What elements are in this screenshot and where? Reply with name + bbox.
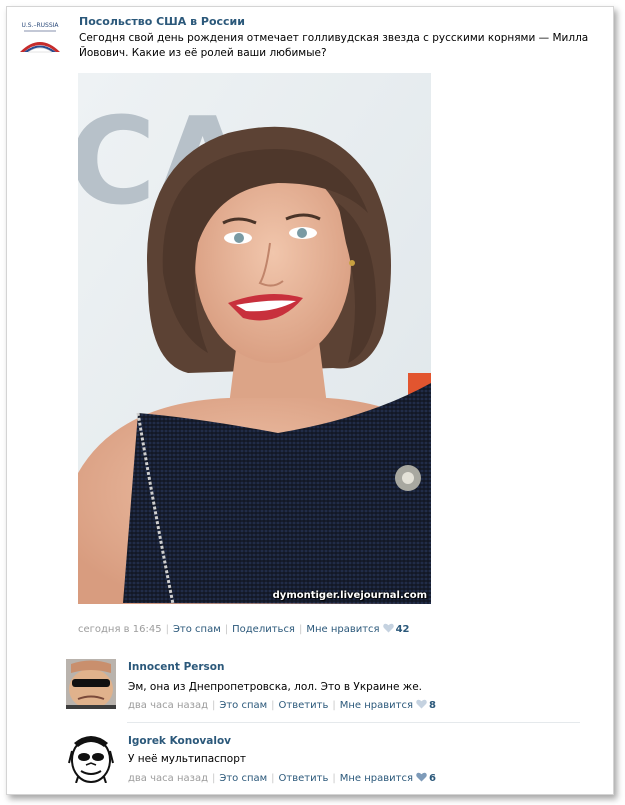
- report-spam-link[interactable]: Это спам: [219, 700, 267, 711]
- reply-link[interactable]: Ответить: [279, 773, 329, 784]
- like-count: 42: [395, 624, 410, 635]
- embassy-avatar[interactable]: U.S.–RUSSIA: [15, 18, 65, 66]
- heart-icon[interactable]: [413, 772, 429, 784]
- report-spam-link[interactable]: Это спам: [173, 624, 221, 635]
- commenter-avatar[interactable]: [66, 659, 116, 709]
- like-count: 6: [428, 773, 436, 784]
- heart-icon[interactable]: [380, 623, 396, 635]
- like-count: 8: [428, 700, 436, 711]
- report-spam-link[interactable]: Это спам: [219, 773, 267, 784]
- like-link[interactable]: Мне нравится: [340, 773, 413, 784]
- comment-timestamp[interactable]: два часа назад: [128, 773, 208, 784]
- comment-author-link[interactable]: Igorek Konovalov: [128, 735, 231, 747]
- heart-icon[interactable]: [413, 699, 429, 711]
- comment-meta-row: два часа назад | Это спам | Ответить | Мне нра…: [128, 699, 436, 711]
- reply-link[interactable]: Ответить: [279, 700, 329, 711]
- photo-watermark: dymontiger.livejournal.com: [272, 590, 427, 601]
- commenter-avatar[interactable]: [66, 733, 116, 783]
- post-meta-row: сегодня в 16:45 | Это спам | Поделиться | Мне …: [78, 623, 410, 635]
- post-author-link[interactable]: Посольство США в России: [79, 15, 245, 28]
- comment-meta-row: два часа назад | Это спам | Ответить | Мне нра…: [128, 772, 436, 784]
- comment-text: Эм, она из Днепропетровска, лол. Это в У…: [128, 681, 422, 693]
- post-photo[interactable]: CA dymontiger.livejournal.com: [78, 73, 431, 604]
- post-card: U.S.–RUSSIA Посольство США в России Сего…: [6, 6, 614, 795]
- comment-text: У неё мультипаспорт: [128, 753, 246, 765]
- comment-timestamp[interactable]: два часа назад: [128, 700, 208, 711]
- share-link[interactable]: Поделиться: [232, 624, 295, 635]
- comment-author-link[interactable]: Innocent Person: [128, 661, 225, 673]
- post-timestamp[interactable]: сегодня в 16:45: [78, 624, 162, 635]
- post-text: Сегодня свой день рождения отмечает голл…: [79, 32, 589, 59]
- comment-divider: [127, 722, 580, 723]
- like-link[interactable]: Мне нравится: [306, 624, 379, 635]
- like-link[interactable]: Мне нравится: [340, 700, 413, 711]
- svg-text:U.S.–RUSSIA: U.S.–RUSSIA: [21, 22, 59, 29]
